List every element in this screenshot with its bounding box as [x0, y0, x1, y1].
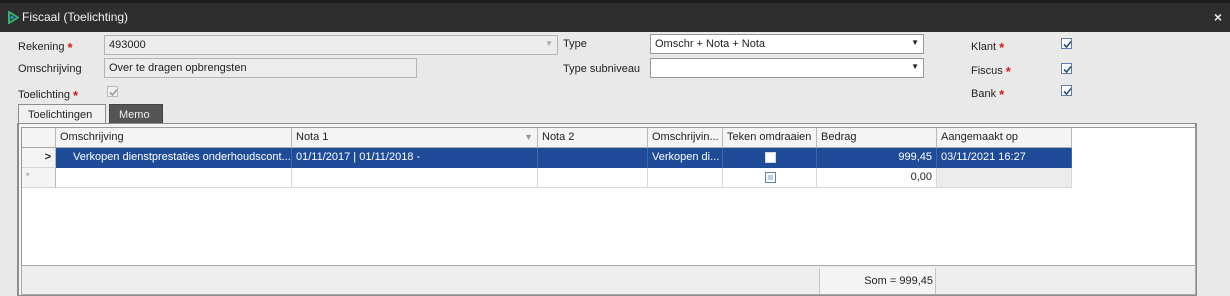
new-cell-teken-omdraaien[interactable] [723, 168, 817, 188]
bank-checkbox[interactable] [1061, 85, 1072, 96]
app-logo-icon [8, 11, 19, 24]
klant-checkbox[interactable] [1061, 38, 1072, 49]
cell-nota2[interactable] [538, 148, 648, 168]
required-marker: * [999, 87, 1005, 102]
close-icon[interactable]: × [1214, 9, 1222, 25]
required-marker: * [999, 40, 1005, 55]
chevron-down-icon: ▼ [545, 39, 553, 48]
type-subniveau-select[interactable]: ▼ [650, 58, 924, 78]
rekening-label: Rekening * [18, 40, 73, 55]
type-select[interactable]: Omschr + Nota + Nota ▼ [650, 34, 924, 54]
omschrijving-label: Omschrijving [18, 63, 82, 75]
tab-memo[interactable]: Memo [109, 104, 163, 125]
required-marker: * [67, 40, 73, 55]
required-marker: * [1005, 64, 1011, 79]
omschrijving-value: Over te dragen opbrengsten [109, 62, 247, 74]
chevron-down-icon[interactable]: ▼ [911, 38, 919, 47]
teken-omdraaien-checkbox[interactable] [765, 152, 776, 163]
required-marker: * [72, 88, 79, 103]
rekening-value: 493000 [109, 39, 146, 51]
omschrijving-field[interactable]: Over te dragen opbrengsten [104, 58, 417, 78]
nota1-header-label: Nota 1 [296, 131, 329, 143]
new-row-indicator: * [22, 168, 56, 188]
column-header-omschrijving2[interactable]: Omschrijvin... [648, 128, 723, 148]
rekening-field[interactable]: 493000 ▼ [104, 35, 558, 55]
cell-teken-omdraaien[interactable] [723, 148, 817, 168]
column-header-nota1[interactable]: Nota 1 ▼ [292, 128, 538, 148]
tab-toelichtingen[interactable]: Toelichtingen [18, 104, 106, 125]
cell-bedrag[interactable]: 999,45 [817, 148, 937, 168]
new-cell-omschrijving2[interactable] [648, 168, 723, 188]
bank-label: Bank * [971, 87, 1005, 102]
type-subniveau-label: Type subniveau [563, 63, 641, 75]
fiscus-label: Fiscus * [971, 64, 1011, 79]
cell-aangemaakt-op[interactable]: 03/11/2021 16:27 [937, 148, 1072, 168]
bedrag-summary: Som = 999,45 [819, 268, 936, 294]
filter-icon[interactable]: ▼ [524, 132, 533, 142]
new-teken-omdraaien-checkbox[interactable] [765, 172, 776, 183]
column-header-aangemaakt-op[interactable]: Aangemaakt op [937, 128, 1072, 148]
new-cell-aangemaakt-op [937, 168, 1072, 188]
column-header-omschrijving[interactable]: Omschrijving [56, 128, 292, 148]
fiscus-checkbox[interactable] [1061, 63, 1072, 74]
window-title: Fiscaal (Toelichting) [22, 10, 129, 24]
new-cell-nota1[interactable] [292, 168, 538, 188]
chevron-down-icon[interactable]: ▼ [911, 62, 919, 71]
toelichtingen-grid: Omschrijving Nota 1 ▼ Nota 2 Omschrijvin… [21, 127, 1196, 267]
toelichting-checkbox[interactable] [107, 86, 118, 97]
column-header-teken-omdraaien[interactable]: Teken omdraaien [723, 128, 817, 148]
column-header-bedrag[interactable]: Bedrag [817, 128, 937, 148]
toelichting-label: Toelichting * [18, 88, 79, 103]
row-indicator[interactable]: > [22, 148, 56, 168]
window-titlebar: Fiscaal (Toelichting) × [0, 0, 1230, 32]
new-cell-omschrijving[interactable] [56, 168, 292, 188]
new-cell-nota2[interactable] [538, 168, 648, 188]
new-cell-bedrag[interactable]: 0,00 [817, 168, 937, 188]
klant-label: Klant * [971, 40, 1005, 55]
cell-omschrijving[interactable]: Verkopen dienstprestaties onderhoudscont… [56, 148, 292, 168]
type-value: Omschr + Nota + Nota [655, 38, 766, 50]
type-label: Type [563, 38, 587, 50]
cell-omschrijving2[interactable]: Verkopen di... [648, 148, 723, 168]
row-indicator-header [22, 128, 56, 148]
cell-nota1[interactable]: 01/11/2017 | 01/11/2018 - [292, 148, 538, 168]
column-header-nota2[interactable]: Nota 2 [538, 128, 648, 148]
grid-footer: Som = 999,45 [21, 265, 1196, 295]
